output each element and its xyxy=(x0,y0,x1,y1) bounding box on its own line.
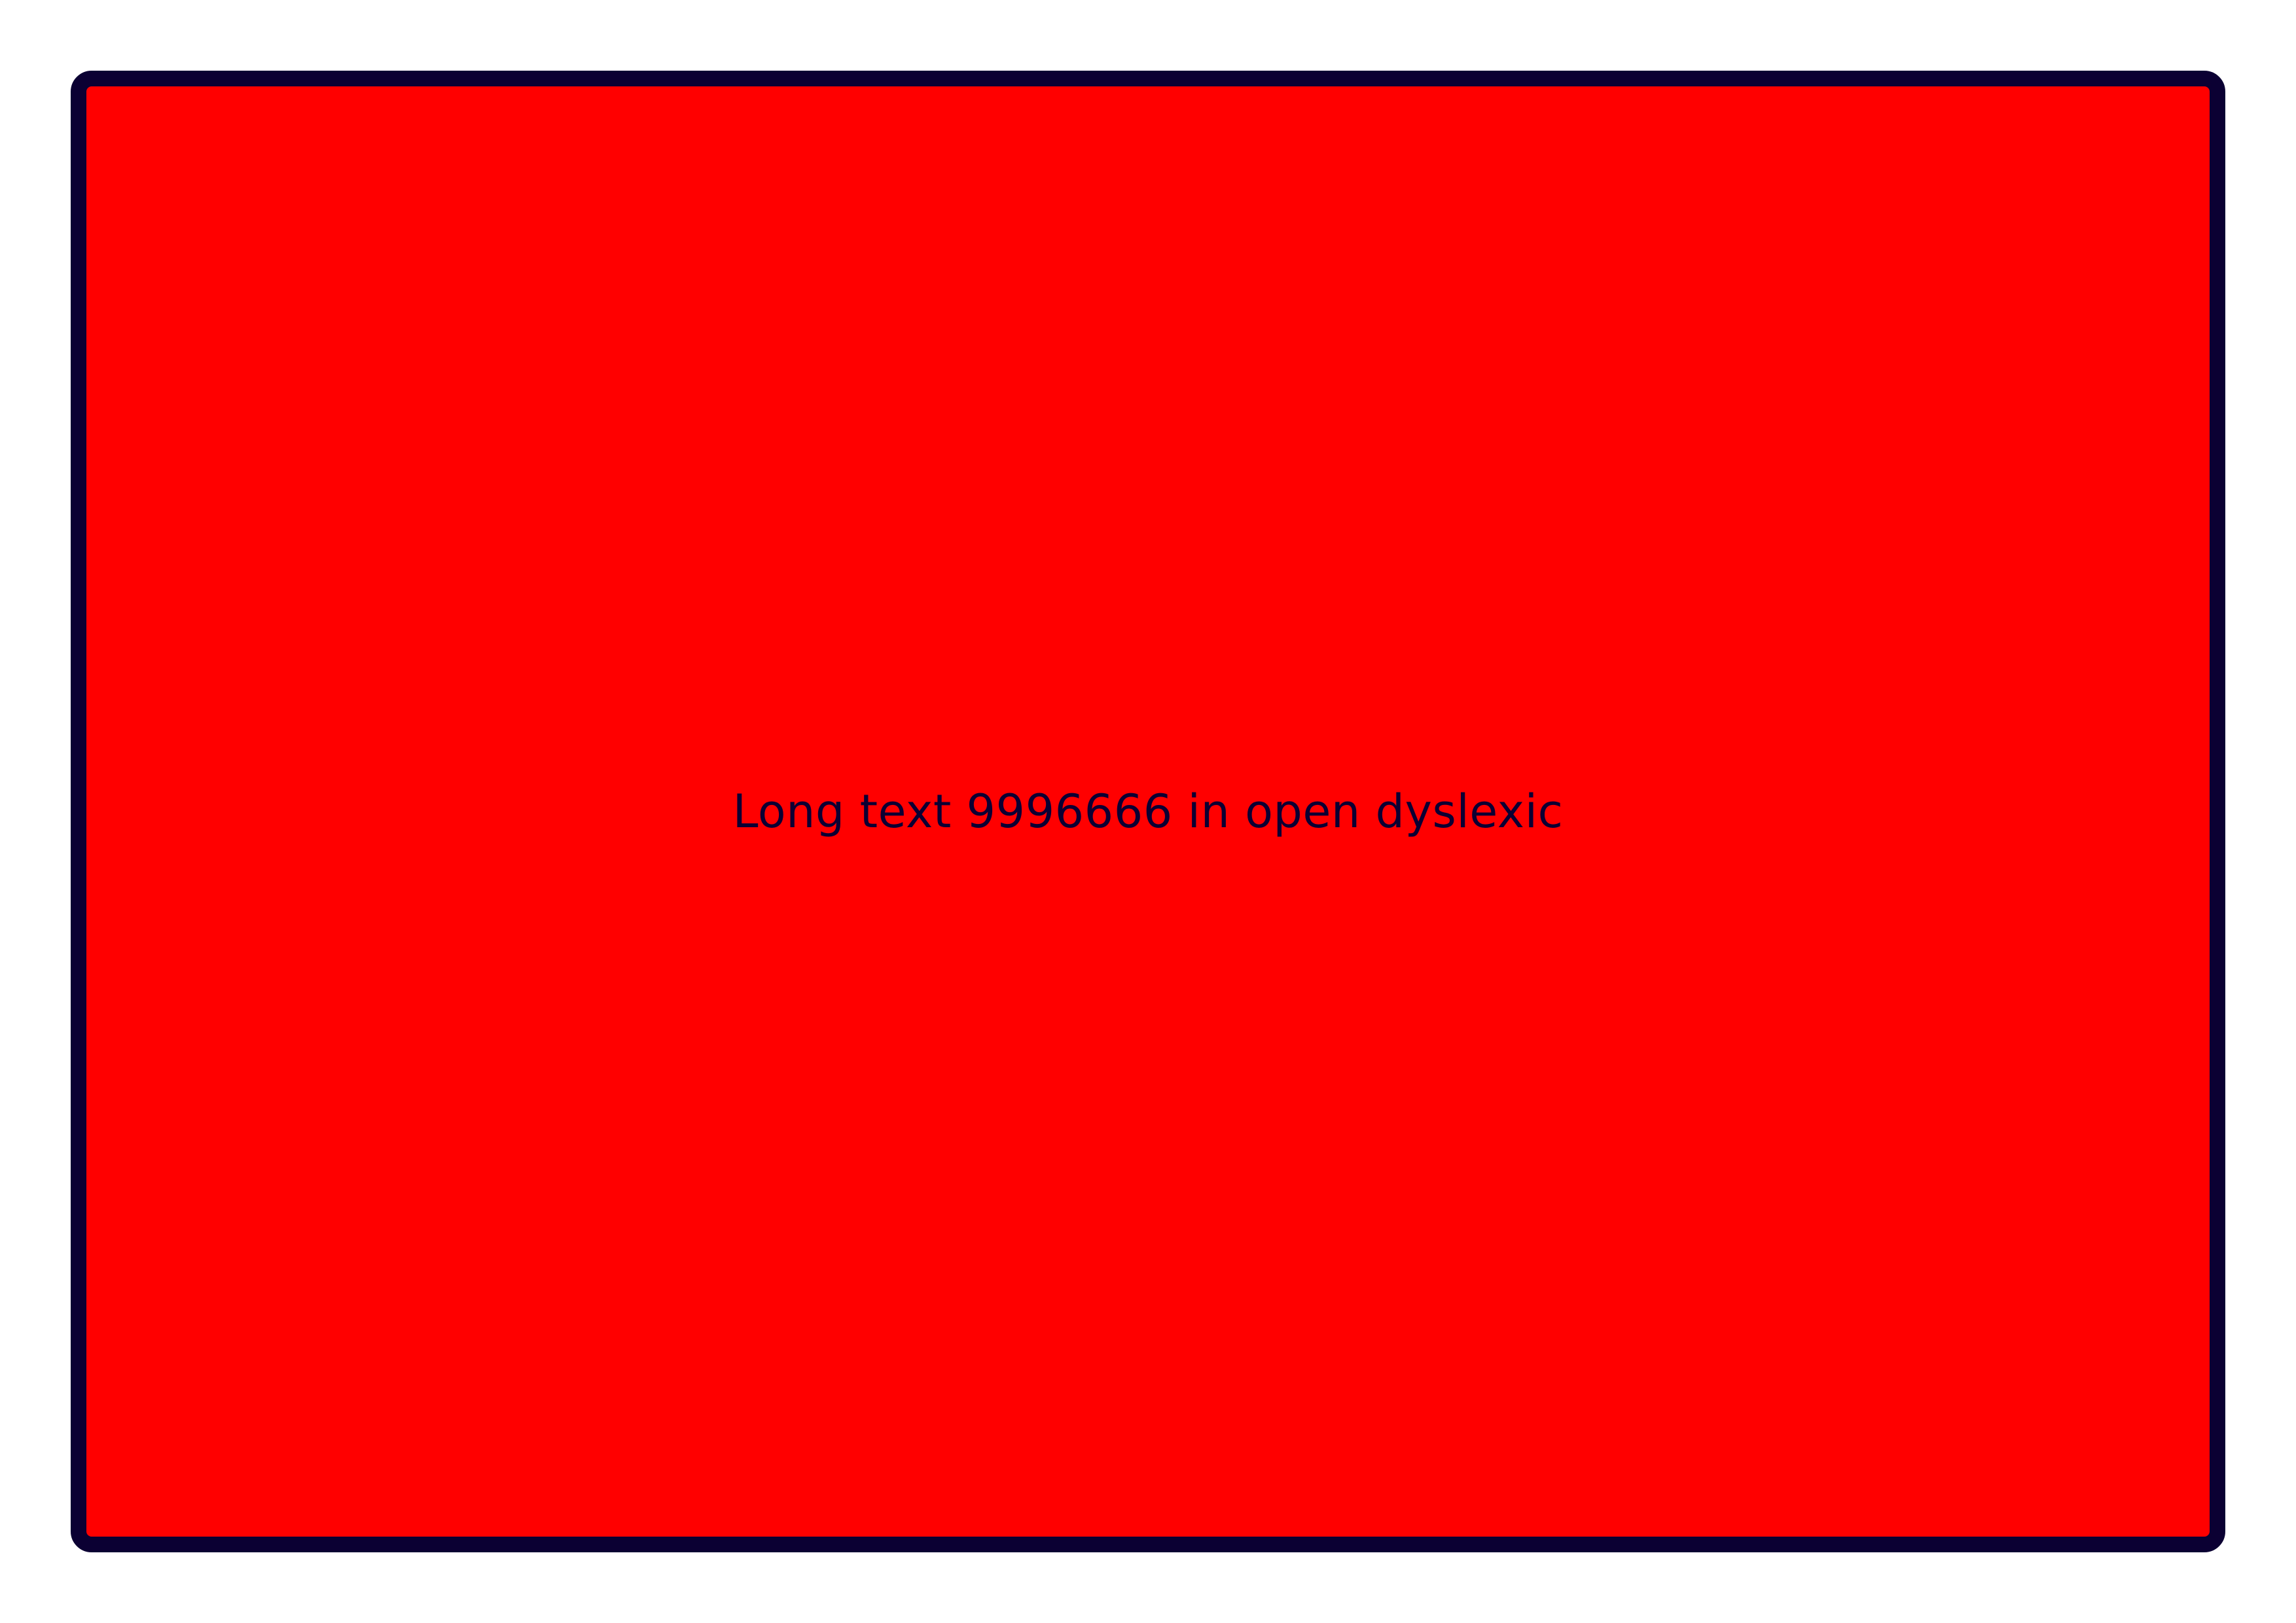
page-canvas: Long text 9996666 in open dyslexic xyxy=(0,0,2296,1623)
panel-text: Long text 9996666 in open dyslexic xyxy=(732,785,1564,838)
red-text-panel: Long text 9996666 in open dyslexic xyxy=(71,71,2225,1552)
